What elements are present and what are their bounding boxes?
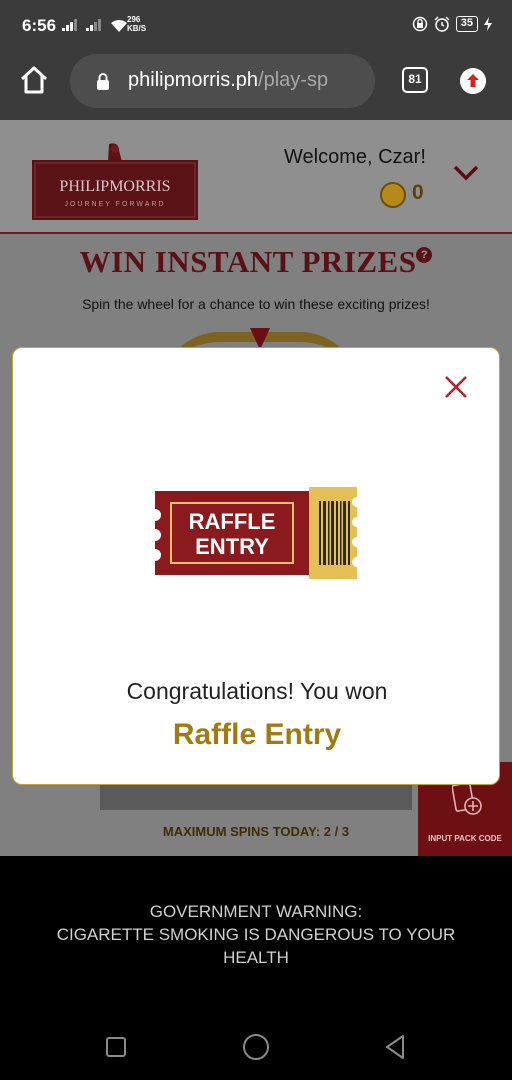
warning-line3: HEALTH [223,948,289,967]
logo-text: PHILIPMORRIS [59,178,170,195]
signal-icon [62,19,77,31]
system-nav-bar [0,1010,512,1080]
tab-switcher-button[interactable]: 81 [402,67,428,93]
status-time: 6:56 [22,16,57,35]
recent-apps-icon[interactable] [101,1032,131,1062]
government-warning: GOVERNMENT WARNING: CIGARETTE SMOKING IS… [0,900,512,969]
pack-code-icon [452,782,482,815]
update-icon[interactable] [460,68,486,94]
url-host: philipmorris.ph [128,69,259,91]
battery-indicator: 35 [455,16,478,32]
prize-name: Raffle Entry [172,718,342,751]
page-title-text: WIN INSTANT PRIZES [79,244,417,279]
philip-morris-logo[interactable]: PHILIPMORRIS JOURNEY FORWARD [32,142,198,220]
alarm-icon [434,16,450,32]
signal-icon-2 [86,19,101,31]
net-speed-unit: KB/S [127,24,147,33]
ticket-line2: ENTRY [195,534,269,559]
chevron-down-icon[interactable] [452,164,480,182]
coin-count: 0 [412,181,424,204]
ticket-line1: RAFFLE [189,509,276,534]
prize-modal: RAFFLE ENTRY Congratulations! You won Ra… [12,347,500,785]
congrats-text: Congratulations! You won [126,678,388,704]
status-bar: 6:56 296 KB/S 35 [0,0,512,52]
address-bar[interactable]: philipmorris.ph/play-sp [70,54,375,108]
page-subtitle: Spin the wheel for a chance to win these… [82,296,430,312]
network-speed: 296 KB/S [127,15,146,33]
max-spins-text: MAXIMUM SPINS TODAY: 2 / 3 [162,824,350,839]
help-icon[interactable]: ? [416,247,433,263]
browser-toolbar: philipmorris.ph/play-sp 81 [0,52,512,120]
home-icon[interactable] [18,64,50,96]
charging-icon [484,17,492,31]
close-icon[interactable] [441,372,471,402]
coin-icon [380,182,406,208]
page-title: WIN INSTANT PRIZES? [0,244,512,280]
back-icon[interactable] [381,1032,411,1062]
signal-icons [62,19,128,33]
site-header: PHILIPMORRIS JOURNEY FORWARD Welcome, Cz… [0,120,512,234]
logo-tagline: JOURNEY FORWARD [64,201,165,208]
warning-line1: GOVERNMENT WARNING: [149,902,363,921]
lock-icon [97,73,109,90]
home-nav-icon[interactable] [241,1032,271,1062]
raffle-ticket-icon: RAFFLE ENTRY [155,487,357,579]
wifi-icon [111,20,127,32]
status-right: 35 [412,16,492,32]
url-text: philipmorris.ph/play-sp [128,69,328,92]
lock-rotation-icon [412,16,427,32]
url-path: /play-sp [258,69,329,91]
warning-line2: CIGARETTE SMOKING IS DANGEROUS TO YOUR [56,925,456,944]
pack-code-label: INPUT PACK CODE [428,834,502,843]
net-speed-value: 296 [127,15,141,24]
welcome-text: Welcome, Czar! [284,146,426,168]
